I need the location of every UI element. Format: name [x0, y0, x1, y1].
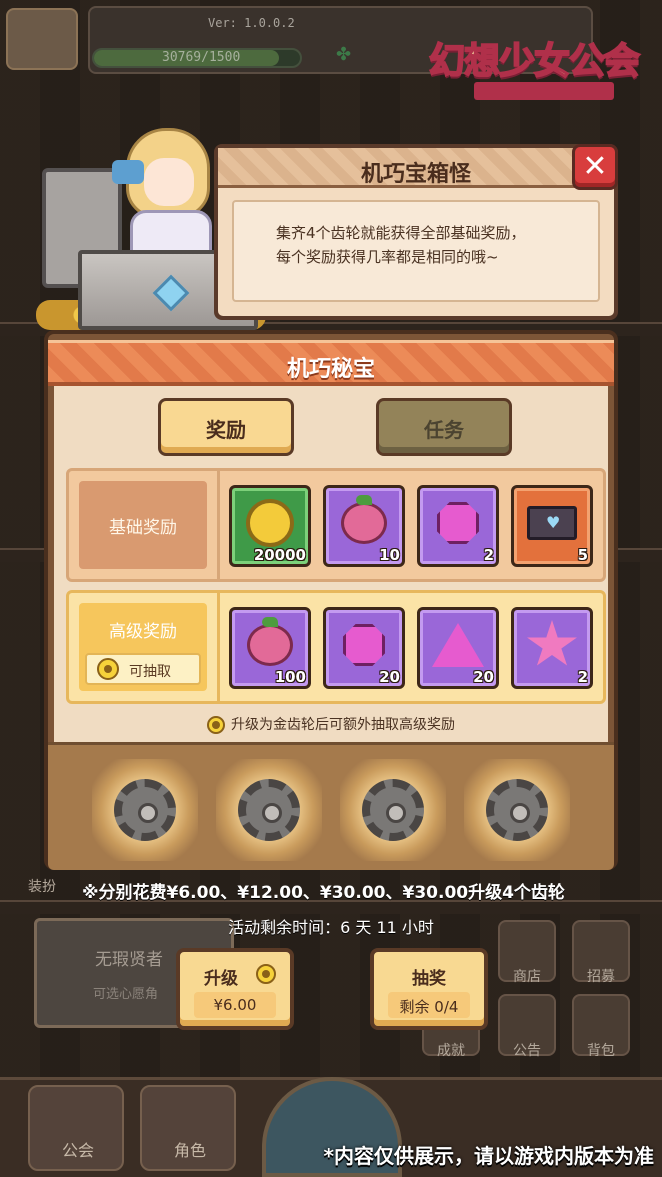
gear-strip — [48, 742, 614, 870]
draw-button-label: 抽奖 — [412, 969, 446, 989]
reward-slot[interactable]: 100 — [229, 607, 311, 689]
version-label: Ver: 1.0.0.2 — [208, 16, 295, 30]
reward-slot[interactable]: 2 — [511, 607, 593, 689]
panel-title: 机巧秘宝 — [286, 357, 375, 382]
remaining-time: 活动剩余时间：6 天 11 小时 — [228, 918, 434, 937]
gold-coin-icon — [246, 498, 294, 547]
item-count: 20 — [473, 668, 494, 686]
sage-card-title: 无瑕贤者 — [95, 950, 163, 970]
sage-card-subtitle: 可选心愿角 — [93, 987, 159, 1002]
letter-icon — [527, 505, 577, 540]
basic-reward-label: 基础奖励 — [109, 518, 177, 538]
recruit-label: 招募 — [587, 969, 615, 985]
nav-tab-character[interactable]: 角色 — [140, 1085, 236, 1171]
item-count: 2 — [483, 546, 494, 564]
reward-slot[interactable]: 2 — [417, 485, 499, 567]
backpack-label: 背包 — [587, 1043, 615, 1059]
gem-icon — [343, 623, 385, 666]
item-count: 20000 — [253, 546, 306, 564]
triangle-gem-icon — [432, 622, 484, 667]
star-icon — [527, 619, 577, 666]
dress-up-label[interactable]: 装扮 — [12, 876, 72, 896]
gear-icon — [114, 779, 176, 841]
gear-icon — [486, 779, 548, 841]
upgrade-button[interactable]: 升级 ¥6.00 — [176, 948, 294, 1030]
speech-title-bar: 机巧宝箱怪 — [218, 148, 614, 188]
upgrade-price: ¥6.00 — [213, 996, 257, 1014]
item-count: 100 — [274, 668, 306, 686]
speech-box: 机巧宝箱怪 集齐4个齿轮就能获得全部基础奖励， 每个奖励获得几率都是相同的哦~ — [214, 144, 618, 320]
gear-icon — [238, 779, 300, 841]
tab-task[interactable]: 任务 — [376, 398, 512, 456]
cost-note: ※分别花费¥6.00、¥12.00、¥30.00、¥30.00升级4个齿轮 — [82, 883, 565, 903]
item-count: 20 — [379, 668, 400, 686]
basic-reward-label-box: 基础奖励 — [79, 481, 207, 569]
row-divider — [217, 593, 220, 701]
berry-icon — [247, 616, 293, 666]
drawable-tag-text: 可抽取 — [129, 664, 171, 680]
panel-title-bar: 机巧秘宝 — [48, 340, 614, 386]
reward-slot[interactable]: 20 — [417, 607, 499, 689]
nav-label-character: 角色 — [173, 1141, 206, 1160]
gear-icon — [362, 779, 424, 841]
row-divider — [217, 471, 220, 579]
upgrade-price-box: ¥6.00 — [194, 992, 276, 1018]
nav-label-guild: 公会 — [61, 1141, 94, 1160]
tab-task-label: 任务 — [424, 418, 464, 442]
tab-reward[interactable]: 奖励 — [158, 398, 294, 456]
speech-title: 机巧宝箱怪 — [360, 162, 471, 187]
advanced-reward-label: 高级奖励 — [109, 622, 177, 642]
speech-body: 集齐4个齿轮就能获得全部基础奖励， 每个奖励获得几率都是相同的哦~ — [232, 200, 600, 302]
game-logo: 幻想少女公会 — [414, 24, 654, 100]
item-count: 10 — [379, 546, 400, 564]
logo-text: 幻想少女公会 — [428, 40, 641, 83]
upgrade-note-text: 升级为金齿轮后可额外抽取高级奖励 — [231, 717, 455, 733]
nav-tab-guild[interactable]: 公会 — [28, 1085, 124, 1171]
reward-slot[interactable]: 5 — [511, 485, 593, 567]
announcement-label: 公告 — [513, 1043, 541, 1059]
item-count: 2 — [577, 668, 588, 686]
gear-coin-icon — [207, 716, 225, 734]
shop-label: 商店 — [513, 969, 541, 985]
basic-reward-row: 基础奖励 20000 10 2 5 — [66, 468, 606, 582]
drawable-tag: 可抽取 — [85, 653, 201, 685]
disclaimer-notice: *内容仅供展示，请以游戏内版本为准 — [323, 1144, 654, 1168]
gear-coin-icon — [256, 964, 276, 984]
close-button[interactable]: ✕ — [572, 144, 618, 190]
tab-reward-label: 奖励 — [206, 418, 246, 442]
player-avatar[interactable] — [6, 8, 78, 70]
gear-coin-icon — [97, 658, 119, 680]
gear-slot[interactable] — [340, 759, 446, 861]
advanced-reward-row: 高级奖励 可抽取 100 20 20 2 — [66, 590, 606, 704]
energy-value: 30769/1500 — [162, 50, 241, 65]
draw-remaining-box: 剩余 0/4 — [388, 992, 470, 1018]
advanced-reward-label-box: 高级奖励 可抽取 — [79, 603, 207, 691]
draw-button[interactable]: 抽奖 剩余 0/4 — [370, 948, 488, 1030]
gear-slot[interactable] — [464, 759, 570, 861]
speech-line: 每个奖励获得几率都是相同的哦~ — [276, 248, 499, 266]
draw-remaining: 剩余 0/4 — [399, 998, 459, 1016]
girl-bow — [112, 160, 144, 184]
gear-slot[interactable] — [216, 759, 322, 861]
reward-slot[interactable]: 10 — [323, 485, 405, 567]
logo-ribbon — [474, 82, 614, 100]
clover-icon: ✤ — [336, 44, 352, 65]
panel-inner: 机巧秘宝 奖励 任务 基础奖励 20000 10 2 ♥ 5 高级奖励 可抽取 … — [48, 340, 614, 870]
girl-face — [144, 158, 194, 206]
gear-slot[interactable] — [92, 759, 198, 861]
close-icon: ✕ — [582, 149, 608, 184]
secret-treasure-panel: 机巧秘宝 奖励 任务 基础奖励 20000 10 2 ♥ 5 高级奖励 可抽取 … — [44, 330, 618, 870]
achievement-label: 成就 — [437, 1043, 465, 1059]
upgrade-button-label: 升级 — [204, 969, 238, 989]
gem-icon — [437, 501, 479, 544]
reward-slot[interactable]: 20 — [323, 607, 405, 689]
item-count: 5 — [577, 546, 588, 564]
berry-icon — [341, 494, 387, 544]
upgrade-note: 升级为金齿轮后可额外抽取高级奖励 — [54, 714, 608, 734]
speech-inner: 机巧宝箱怪 集齐4个齿轮就能获得全部基础奖励， 每个奖励获得几率都是相同的哦~ — [218, 148, 614, 316]
speech-line: 集齐4个齿轮就能获得全部基础奖励， — [276, 224, 526, 242]
reward-slot[interactable]: 20000 — [229, 485, 311, 567]
